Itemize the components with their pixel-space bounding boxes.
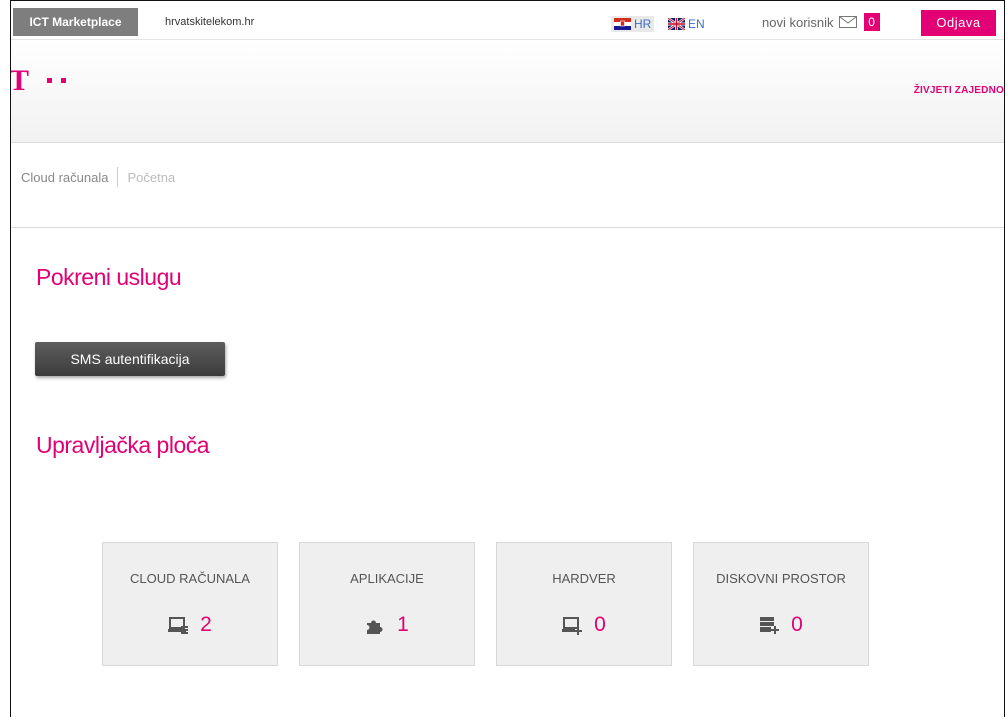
tile-count: 0 [594, 613, 606, 636]
sms-authentication-button[interactable]: SMS autentifikacija [35, 342, 225, 376]
dashboard-tiles: CLOUD RAČUNALA 2 APLIKACIJE 1 HARDVER 0 … [102, 542, 869, 666]
tile-label: CLOUD RAČUNALA [130, 571, 250, 586]
tile-hardware[interactable]: HARDVER 0 [496, 542, 672, 666]
tile-applications[interactable]: APLIKACIJE 1 [299, 542, 475, 666]
main-content: Pokreni uslugu SMS autentifikacija Uprav… [11, 227, 1004, 717]
telekom-logo[interactable]: T [11, 66, 29, 96]
tile-count: 0 [791, 613, 803, 636]
message-count-badge[interactable]: 0 [863, 13, 880, 31]
breadcrumb-separator [117, 167, 119, 187]
language-hr[interactable]: HR [611, 16, 655, 32]
breadcrumb-item-home[interactable]: Početna [127, 170, 175, 185]
croatia-flag-icon [614, 18, 631, 30]
ict-marketplace-button[interactable]: ICT Marketplace [13, 8, 138, 36]
language-en-label: EN [688, 17, 705, 31]
language-hr-label: HR [634, 17, 652, 31]
user-name: novi korisnik [762, 14, 834, 30]
header: T ŽIVJETI ZAJEDNO [11, 40, 1004, 143]
section-title-start-service: Pokreni uslugu [36, 264, 182, 290]
puzzle-icon [367, 620, 383, 634]
user-area[interactable]: novi korisnik 0 [762, 13, 880, 31]
page-frame: ICT Marketplace hrvatskitelekom.hr HR EN [10, 0, 1005, 717]
breadcrumb-item-cloud[interactable]: Cloud računala [21, 170, 108, 185]
uk-flag-icon [668, 18, 685, 30]
mail-icon[interactable] [838, 16, 857, 28]
section-title-dashboard: Upravljačka ploča [36, 432, 210, 458]
top-bar: ICT Marketplace hrvatskitelekom.hr HR EN [11, 1, 1004, 40]
telekom-logo-dots [47, 78, 66, 83]
tile-cloud-computers[interactable]: CLOUD RAČUNALA 2 [102, 542, 278, 666]
language-en[interactable]: EN [668, 16, 705, 32]
slogan: ŽIVJETI ZAJEDNO [913, 85, 1004, 96]
computer-add-icon [562, 617, 583, 635]
tile-label: HARDVER [552, 571, 616, 586]
tile-label: DISKOVNI PROSTOR [716, 571, 846, 586]
tile-disk-space[interactable]: DISKOVNI PROSTOR 0 [693, 542, 869, 666]
tile-count: 1 [397, 613, 409, 636]
tile-count: 2 [200, 613, 212, 636]
site-link[interactable]: hrvatskitelekom.hr [165, 8, 254, 36]
tile-label: APLIKACIJE [350, 571, 424, 586]
storage-add-icon [760, 617, 780, 634]
breadcrumb: Cloud računala Početna [21, 167, 175, 187]
computer-icon [168, 617, 189, 634]
logout-button[interactable]: Odjava [921, 10, 996, 36]
